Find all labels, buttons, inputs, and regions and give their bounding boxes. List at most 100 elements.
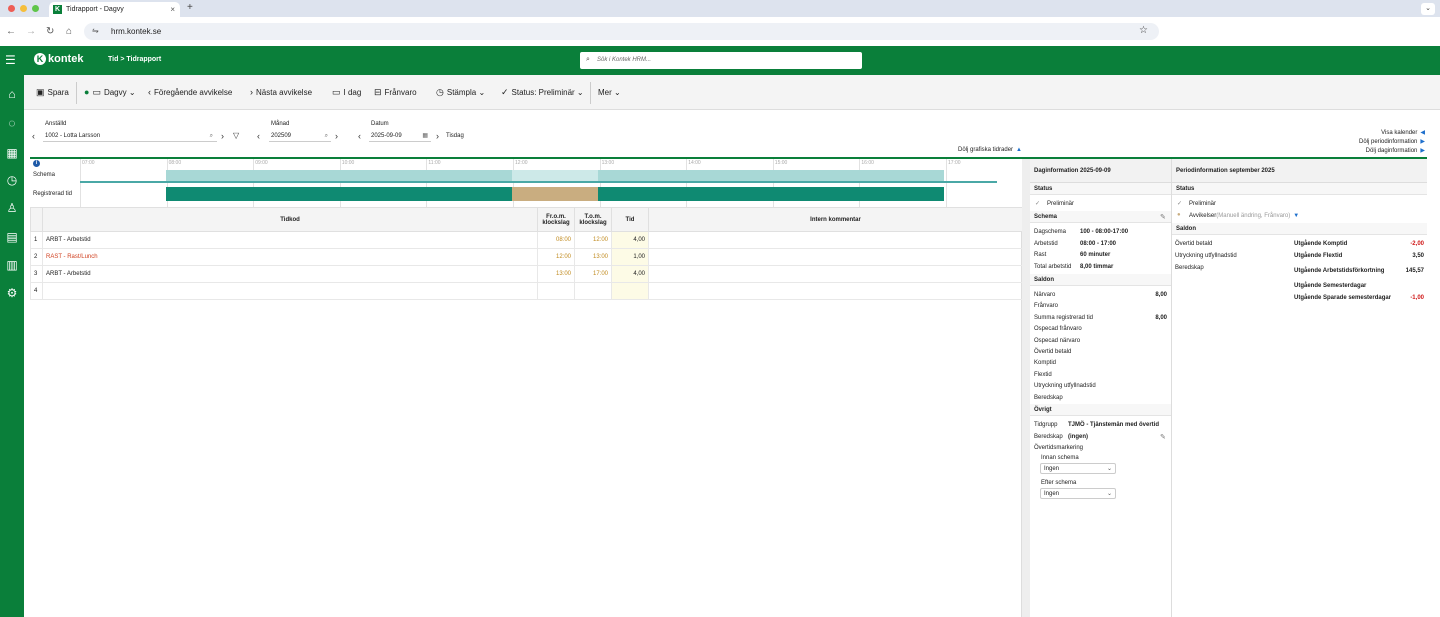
from-cell[interactable]: 13:00 bbox=[537, 265, 575, 283]
sidebar-calendar-icon[interactable]: ▦ bbox=[4, 145, 20, 161]
schema-bar-morning[interactable] bbox=[166, 170, 512, 181]
to-header[interactable]: T.o.m. klockslag bbox=[574, 207, 612, 232]
status-dropdown[interactable]: ✓ Status: Preliminär ⌄ bbox=[501, 88, 584, 98]
more-dropdown[interactable]: Mer ⌄ bbox=[598, 88, 621, 97]
chevron-right-icon[interactable]: › bbox=[335, 131, 338, 141]
from-header[interactable]: Fr.o.m. klockslag bbox=[537, 207, 575, 232]
efter-schema-select[interactable]: Ingen ⌄ bbox=[1040, 488, 1116, 499]
employee-value: 1002 - Lotta Larsson bbox=[45, 133, 101, 139]
table-row[interactable]: 3 ARBT - Arbetstid 13:00 17:00 4,00 bbox=[30, 265, 1023, 283]
bookmark-star-icon[interactable]: ☆ bbox=[1139, 25, 1148, 36]
edit-icon[interactable]: ✎ bbox=[1160, 213, 1166, 221]
chevron-down-icon: ⌄ bbox=[611, 88, 621, 97]
save-button[interactable]: ▣ Spara bbox=[36, 88, 69, 98]
browser-tab-strip: K Tidrapport - Dagvy × + ⌄ bbox=[0, 0, 1440, 17]
window-close-button[interactable] bbox=[8, 5, 15, 12]
stamp-dropdown[interactable]: ◷ Stämpla ⌄ bbox=[436, 88, 485, 98]
table-row[interactable]: 1 ARBT - Arbetstid 08:00 12:00 4,00 bbox=[30, 231, 1023, 249]
search-input[interactable]: ⌕ Sök i Kontek HRM... bbox=[580, 52, 862, 69]
triangle-left-icon: ◀ bbox=[1420, 130, 1425, 136]
edit-icon[interactable]: ✎ bbox=[1160, 433, 1166, 441]
graphic-time-rows: 07:00 08:00 09:00 10:00 11:00 12:00 13:00 14:00… bbox=[30, 159, 1022, 208]
chevron-left-icon[interactable]: ‹ bbox=[32, 131, 35, 141]
url-field[interactable]: ⇋ hrm.kontek.se ☆ bbox=[84, 23, 1159, 40]
back-arrow-icon[interactable]: ← bbox=[6, 26, 16, 37]
new-tab-icon[interactable]: + bbox=[187, 3, 193, 13]
stamp-label: Stämpla bbox=[446, 88, 477, 97]
calendar-icon[interactable]: ▦ bbox=[422, 130, 428, 142]
tab-search-chevron-icon[interactable]: ⌄ bbox=[1421, 3, 1435, 15]
to-cell[interactable] bbox=[574, 282, 612, 300]
comment-cell[interactable] bbox=[648, 282, 1023, 300]
chevron-left-icon[interactable]: ‹ bbox=[257, 131, 260, 141]
registered-bar-morning[interactable] bbox=[166, 187, 512, 201]
absence-button[interactable]: ⊟ Frånvaro bbox=[374, 88, 417, 98]
window-minimize-button[interactable] bbox=[20, 5, 27, 12]
browser-tab[interactable]: K Tidrapport - Dagvy × bbox=[49, 2, 180, 17]
comment-cell[interactable] bbox=[648, 231, 1023, 249]
filter-icon[interactable]: ▽ bbox=[233, 131, 239, 141]
triangle-down-icon[interactable]: ▼ bbox=[1293, 213, 1299, 219]
from-cell[interactable] bbox=[537, 282, 575, 300]
absence-label: Frånvaro bbox=[384, 88, 417, 97]
info-icon[interactable]: i bbox=[33, 160, 40, 167]
site-settings-icon[interactable]: ⇋ bbox=[92, 26, 99, 35]
schema-bar-break[interactable] bbox=[512, 170, 598, 181]
from-cell[interactable]: 08:00 bbox=[537, 231, 575, 249]
timeline-hour-label: 13:00 bbox=[601, 160, 615, 166]
employee-field[interactable]: 1002 - Lotta Larsson ⌕ bbox=[43, 130, 217, 142]
schema-bar-afternoon[interactable] bbox=[598, 170, 944, 181]
tidkod-cell[interactable] bbox=[42, 282, 538, 300]
sidebar-settings-icon[interactable]: ⚙ bbox=[4, 285, 20, 301]
sidebar-idea-icon[interactable]: ◌ bbox=[4, 115, 20, 131]
registered-bar-break[interactable] bbox=[512, 187, 598, 201]
sidebar-chart-icon[interactable]: ▥ bbox=[4, 257, 20, 273]
chevron-right-icon[interactable]: › bbox=[221, 131, 224, 141]
next-deviation-button[interactable]: › Nästa avvikelse bbox=[250, 88, 312, 98]
to-cell[interactable]: 12:00 bbox=[574, 231, 612, 249]
sidebar-person-icon[interactable]: ♙ bbox=[4, 200, 20, 216]
show-calendar-link[interactable]: Visa kalender ◀ bbox=[1381, 130, 1425, 137]
to-cell[interactable]: 13:00 bbox=[574, 248, 612, 266]
tidkod-cell[interactable]: ARBT - Arbetstid bbox=[42, 265, 538, 283]
view-dropdown[interactable]: ● ▭ Dagvy ⌄ bbox=[84, 88, 136, 98]
reload-icon[interactable]: ↻ bbox=[46, 26, 54, 37]
day-status-value: Preliminär bbox=[1047, 201, 1075, 207]
table-row[interactable]: 2 RAST - Rast/Lunch 12:00 13:00 1,00 bbox=[30, 248, 1023, 266]
tid-header[interactable]: Tid bbox=[611, 207, 649, 232]
registered-bar-afternoon[interactable] bbox=[598, 187, 944, 201]
today-button[interactable]: ▭ I dag bbox=[332, 88, 361, 98]
search-icon[interactable]: ⌕ bbox=[210, 130, 213, 142]
sidebar-document-icon[interactable]: ▤ bbox=[4, 229, 20, 245]
tidkod-cell[interactable]: RAST - Rast/Lunch bbox=[42, 248, 538, 266]
forward-arrow-icon[interactable]: → bbox=[26, 26, 36, 37]
tidkod-cell[interactable]: ARBT - Arbetstid bbox=[42, 231, 538, 249]
comment-cell[interactable] bbox=[648, 265, 1023, 283]
search-placeholder: Sök i Kontek HRM... bbox=[597, 57, 652, 63]
table-row[interactable]: 4 bbox=[30, 282, 1023, 300]
comment-cell[interactable] bbox=[648, 248, 1023, 266]
tab-close-icon[interactable]: × bbox=[170, 5, 175, 14]
employee-label: Anställd bbox=[45, 121, 67, 127]
hamburger-menu-icon[interactable]: ☰ bbox=[5, 54, 17, 66]
to-cell[interactable]: 17:00 bbox=[574, 265, 612, 283]
timeline-hour-label: 09:00 bbox=[255, 160, 268, 166]
comment-header[interactable]: Intern kommentar bbox=[648, 207, 1023, 232]
tidkod-header[interactable]: Tidkod bbox=[42, 207, 538, 232]
search-icon[interactable]: ⌕ bbox=[325, 130, 328, 142]
previous-deviation-button[interactable]: ‹ Föregående avvikelse bbox=[148, 88, 232, 98]
hide-period-link[interactable]: Dölj periodinformation ▶ bbox=[1359, 139, 1425, 146]
hide-day-link[interactable]: Dölj daginformation ▶ bbox=[1366, 148, 1425, 155]
month-field[interactable]: 202509 ⌕ bbox=[269, 130, 331, 142]
row-number-header bbox=[30, 207, 43, 232]
sidebar-clock-icon[interactable]: ◷ bbox=[4, 172, 20, 188]
sidebar-home-icon[interactable]: ⌂ bbox=[4, 86, 20, 102]
hide-graphic-rows-link[interactable]: Dölj grafiska tidrader ▲ bbox=[958, 147, 1022, 153]
window-maximize-button[interactable] bbox=[32, 5, 39, 12]
date-field[interactable]: 2025-09-09 ▦ bbox=[369, 130, 431, 142]
chevron-right-icon[interactable]: › bbox=[436, 131, 439, 141]
chevron-left-icon[interactable]: ‹ bbox=[358, 131, 361, 141]
from-cell[interactable]: 12:00 bbox=[537, 248, 575, 266]
home-icon[interactable]: ⌂ bbox=[66, 26, 72, 37]
innan-schema-select[interactable]: Ingen ⌄ bbox=[1040, 463, 1116, 474]
